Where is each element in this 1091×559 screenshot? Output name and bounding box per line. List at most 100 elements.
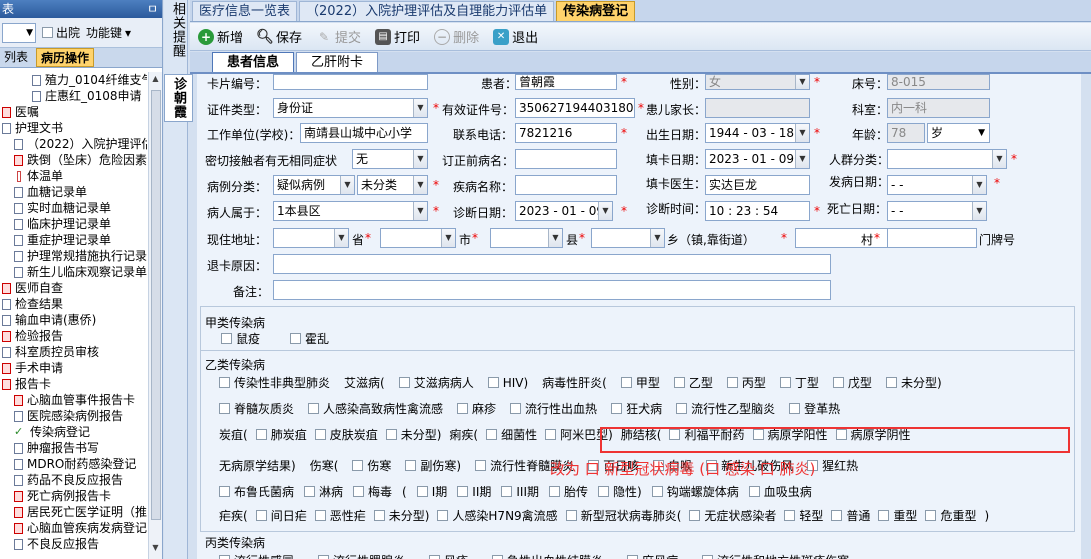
print-button[interactable]: ▤ 打印: [375, 27, 420, 46]
age-input[interactable]: 78: [887, 123, 925, 143]
disease-checkbox[interactable]: 狂犬病: [611, 400, 662, 417]
checkbox-icon[interactable]: [486, 429, 498, 440]
dropdown-icon[interactable]: ▼: [548, 229, 562, 247]
checkbox-icon[interactable]: [487, 377, 499, 388]
checkbox-icon[interactable]: [885, 377, 897, 388]
scroll-up-icon[interactable]: ▲: [149, 74, 162, 88]
checkbox-icon[interactable]: [398, 377, 410, 388]
checkbox-icon[interactable]: [457, 486, 469, 497]
disease-checkbox[interactable]: 钩端螺旋体病: [651, 483, 739, 500]
dropdown-icon[interactable]: ▼: [413, 99, 427, 117]
tab-patient-info[interactable]: 患者信息: [212, 52, 295, 72]
disease-checkbox[interactable]: 胎传: [549, 483, 588, 500]
dropdown-icon[interactable]: ▼: [340, 176, 354, 194]
tree-item[interactable]: （2022）入院护理评估: [0, 136, 147, 152]
dropdown-icon[interactable]: ▼: [972, 202, 986, 220]
tree-item[interactable]: ✓ 传染病登记: [0, 424, 147, 440]
checkbox-icon[interactable]: [878, 510, 890, 521]
tree-item[interactable]: 临床护理记录单: [0, 216, 147, 232]
dropdown-icon[interactable]: ▼: [795, 75, 809, 89]
tree-item[interactable]: 医院感染病例报告: [0, 408, 147, 424]
tab-nursing-assessment[interactable]: （2022）入院护理评估及自理能力评估单: [299, 1, 555, 21]
disease-checkbox[interactable]: 人感染H7N9禽流感: [437, 507, 558, 524]
patient-input[interactable]: 曾朝霞: [515, 74, 617, 90]
tree-item[interactable]: 不良反应报告: [0, 536, 147, 552]
checkbox-icon[interactable]: [702, 555, 714, 559]
disease-checkbox[interactable]: 流行性出血热: [510, 400, 597, 417]
delete-button[interactable]: − 删除: [434, 27, 479, 46]
checkbox-icon[interactable]: [416, 486, 428, 497]
checkbox-icon[interactable]: [304, 486, 316, 497]
dropdown-icon[interactable]: ▼: [413, 202, 427, 220]
checkbox-icon[interactable]: [832, 377, 844, 388]
disease-checkbox[interactable]: 丙型: [726, 374, 766, 391]
disease-checkbox[interactable]: 麻疹: [457, 400, 496, 417]
house-input[interactable]: [887, 228, 977, 248]
checkbox-icon[interactable]: [221, 333, 232, 344]
checkbox-icon[interactable]: [308, 403, 320, 414]
dropdown-icon[interactable]: ▼: [992, 150, 1006, 168]
disease-checkbox[interactable]: I期: [416, 483, 447, 500]
tree-item[interactable]: 科室质控员审核: [0, 344, 147, 360]
filldoc-input[interactable]: 实达巨龙: [705, 175, 810, 195]
disease-checkbox[interactable]: 乙型: [673, 374, 713, 391]
tab-infectious-registration[interactable]: 传染病登记: [556, 1, 636, 21]
tree-item[interactable]: 输血申请(惠侨): [0, 312, 147, 328]
tree-item[interactable]: 检查结果: [0, 296, 147, 312]
tree-item[interactable]: MDRO耐药感染登记: [0, 456, 147, 472]
tab-medical-overview[interactable]: 医疗信息一览表: [192, 1, 298, 21]
checkbox-icon[interactable]: [405, 460, 417, 471]
belong-select[interactable]: 1本县区 ▼: [273, 201, 428, 221]
tree-item[interactable]: 肿瘤报告书写: [0, 440, 147, 456]
diagdate-picker[interactable]: 2023 - 01 - 09 ▼: [515, 201, 613, 221]
idtype-select[interactable]: 身份证 ▼: [273, 98, 428, 118]
disease-checkbox[interactable]: 传染性非典型肺炎: [219, 374, 330, 391]
checkbox-icon[interactable]: [510, 403, 522, 414]
diagtime-input[interactable]: 10 : 23 : 54: [705, 201, 810, 221]
casecat2-select[interactable]: 未分类 ▼: [357, 175, 428, 195]
dropdown-icon[interactable]: ▼: [795, 150, 809, 168]
revised-input[interactable]: [515, 149, 617, 169]
disease-checkbox[interactable]: 血吸虫病: [748, 483, 812, 500]
disease-checkbox[interactable]: 隐性): [598, 483, 642, 500]
related-reminder-tab[interactable]: 相关提醒: [164, 0, 191, 60]
tree-item[interactable]: 心脑血管疾病发病登记: [0, 520, 147, 536]
disease-checkbox[interactable]: 霍乱: [290, 330, 329, 347]
checkbox-icon[interactable]: [373, 510, 385, 521]
tree-item[interactable]: 体温单: [0, 168, 147, 184]
disease-checkbox[interactable]: 流行性腮腺炎: [318, 552, 405, 559]
tree-item[interactable]: 医师自查: [0, 280, 147, 296]
disease-checkbox[interactable]: 脊髓灰质炎: [219, 400, 294, 417]
disease-checkbox[interactable]: 丁型: [779, 374, 819, 391]
casecat-select[interactable]: 疑似病例 ▼: [273, 175, 355, 195]
checkbox-icon[interactable]: [219, 403, 230, 414]
disease-checkbox[interactable]: 布鲁氏菌病: [219, 483, 294, 500]
checkbox-icon[interactable]: [611, 403, 623, 414]
disease-checkbox[interactable]: 人感染高致病性禽流感: [308, 400, 443, 417]
submit-button[interactable]: ✎ 提交: [316, 27, 361, 47]
disease-checkbox[interactable]: 恶性疟: [314, 507, 366, 524]
disease-checkbox[interactable]: 戊型: [832, 374, 872, 391]
tree-item[interactable]: 庄惠红_0108申请: [0, 88, 147, 104]
disease-checkbox[interactable]: 甲型: [620, 374, 660, 391]
checkbox-icon[interactable]: [673, 377, 685, 388]
disease-checkbox[interactable]: 梅毒: [353, 483, 392, 500]
checkbox-icon[interactable]: [255, 429, 267, 440]
tab-record-ops[interactable]: 病历操作: [36, 48, 95, 67]
checkbox-icon[interactable]: [219, 555, 230, 559]
checkbox-icon[interactable]: [676, 403, 688, 414]
disease-checkbox[interactable]: 肺炭疽: [255, 426, 307, 443]
disease-checkbox[interactable]: 伤寒: [352, 457, 391, 474]
filldate-picker[interactable]: 2023 - 01 - 09 ▼: [705, 149, 810, 169]
dropdown-icon[interactable]: ▼: [972, 176, 986, 194]
tab-hepb-card[interactable]: 乙肝附卡: [296, 52, 379, 72]
checkbox-icon[interactable]: [255, 510, 267, 521]
gender-select[interactable]: 女 ▼: [705, 74, 810, 90]
province-select[interactable]: ▼: [273, 228, 349, 248]
out-checkbox[interactable]: 出院: [42, 24, 80, 41]
town-select[interactable]: ▼: [591, 228, 665, 248]
dropdown-icon[interactable]: ▼: [598, 202, 612, 220]
disease-checkbox[interactable]: 细菌性: [486, 426, 537, 443]
checkbox-icon[interactable]: [219, 377, 230, 388]
dropdown-icon[interactable]: ▼: [441, 229, 455, 247]
